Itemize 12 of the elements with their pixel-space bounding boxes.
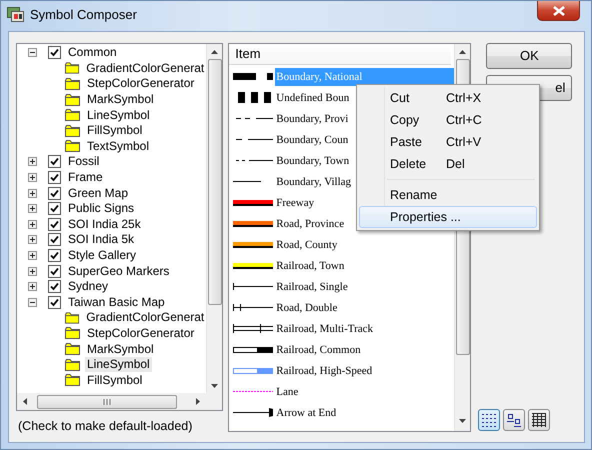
shortcut-text: Ctrl+V [446, 134, 482, 150]
menu-label: Rename [390, 188, 438, 202]
hint-text: (Check to make default-loaded) [18, 419, 194, 434]
menu-label: Delete [390, 156, 428, 172]
shortcut-text: Ctrl+X [446, 90, 482, 106]
menu-label: Copy [390, 112, 420, 128]
menu-label: Properties ... [390, 210, 461, 224]
menu-label: Cut [390, 90, 410, 106]
shortcut-text: Del [446, 156, 465, 172]
window-title: Symbol Composer [30, 7, 137, 23]
shortcut-text: Ctrl+C [446, 112, 482, 128]
menu-label: Paste [390, 134, 423, 150]
